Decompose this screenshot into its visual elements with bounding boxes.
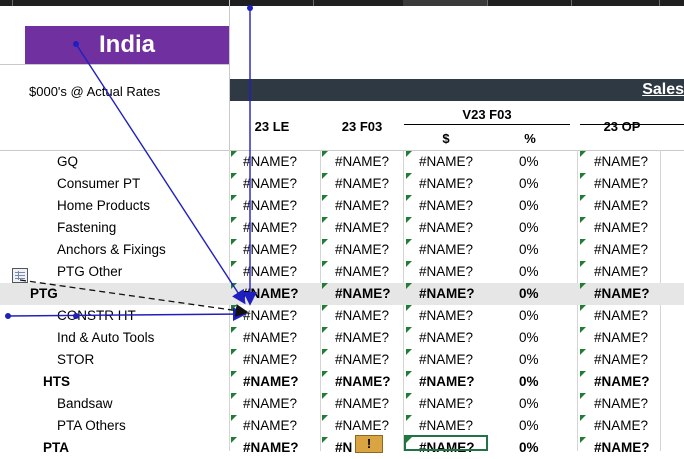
trace-arrow-origin-dot [5, 313, 11, 319]
trace-arrows [5, 5, 257, 322]
trace-arrow-horizontal [7, 307, 247, 322]
trace-arrow-origin-dot [73, 313, 79, 319]
trace-arrow-origin-dot [247, 5, 253, 11]
trace-arrow-origin-dot [73, 41, 79, 47]
trace-arrow-external [19, 279, 249, 317]
trace-arrow-diagonal [75, 43, 246, 305]
